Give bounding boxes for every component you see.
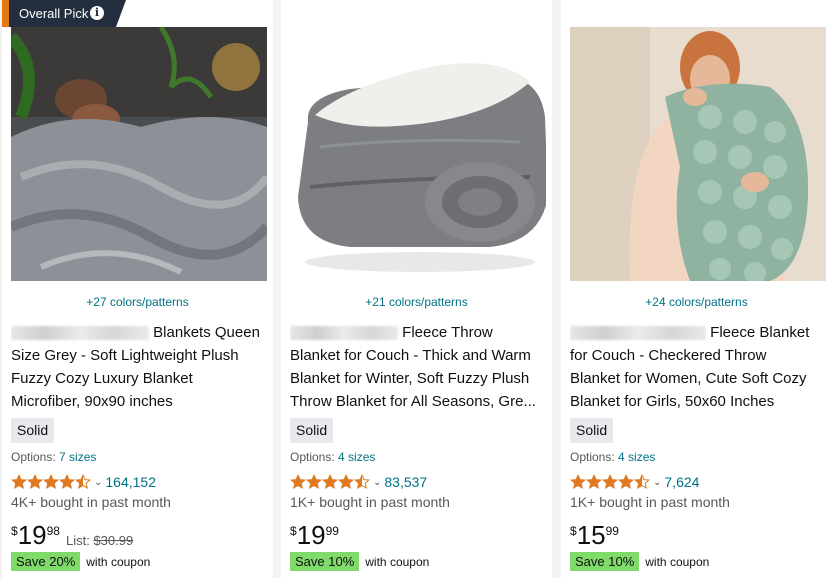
title-line: Size Grey - Soft Lightweight Plush xyxy=(11,347,239,364)
style-chip[interactable]: Solid xyxy=(290,418,334,443)
rating-row[interactable]: ⌄ 7,624 xyxy=(570,473,699,491)
price-symbol: $ xyxy=(570,524,577,538)
coupon-text: with coupon xyxy=(645,554,710,569)
product-title[interactable]: Fleece Blanket for Couch - Checkered Thr… xyxy=(570,321,828,413)
star-full-icon xyxy=(59,474,75,490)
star-half-icon xyxy=(75,474,91,490)
rating-count[interactable]: 7,624 xyxy=(664,474,699,490)
title-line: Throw Blanket for All Seasons, Gre... xyxy=(290,393,536,410)
star-full-icon xyxy=(570,474,586,490)
style-chip[interactable]: Solid xyxy=(11,418,55,443)
star-full-icon xyxy=(602,474,618,490)
star-rating-icon xyxy=(290,474,370,490)
price-whole: 19 xyxy=(17,520,47,550)
star-full-icon xyxy=(27,474,43,490)
price[interactable]: $ 19 99 xyxy=(290,520,339,550)
title-line: Blankets Queen xyxy=(153,324,260,341)
price[interactable]: $ 15 99 xyxy=(570,520,619,550)
options-row: Options: 4 sizes xyxy=(290,450,375,464)
chevron-down-icon[interactable]: ⌄ xyxy=(653,477,661,488)
save-badge: Save 10% xyxy=(570,552,640,571)
star-full-icon xyxy=(586,474,602,490)
list-label: List: xyxy=(65,533,90,548)
star-full-icon xyxy=(618,474,634,490)
list-price: List: $30.99 xyxy=(66,533,133,548)
bought-count: 4K+ bought in past month xyxy=(11,494,171,510)
badge-accent-strip xyxy=(2,0,9,27)
coupon-row: Save 10% with coupon xyxy=(290,552,429,571)
product-title[interactable]: Blankets Queen Size Grey - Soft Lightwei… xyxy=(11,321,269,413)
price[interactable]: $ 19 98 List: $30.99 xyxy=(11,520,133,550)
title-line: Blanket for Winter, Soft Fuzzy Plush xyxy=(290,370,530,387)
star-rating-icon xyxy=(570,474,650,490)
star-full-icon xyxy=(322,474,338,490)
price-symbol: $ xyxy=(11,524,18,538)
price-whole: 19 xyxy=(296,520,326,550)
product-card[interactable]: Overall Pick i +27 colors/patterns Blank… xyxy=(2,0,273,578)
star-full-icon xyxy=(338,474,354,490)
badge-label: Overall Pick xyxy=(19,6,89,21)
info-icon[interactable]: i xyxy=(90,6,104,20)
title-line: Fleece Throw xyxy=(402,324,493,341)
title-line: Microfiber, 90x90 inches xyxy=(11,393,173,410)
bought-count: 1K+ bought in past month xyxy=(570,494,730,510)
product-card[interactable]: +24 colors/patterns Fleece Blanket for C… xyxy=(561,0,831,578)
star-rating-icon xyxy=(11,474,91,490)
options-sizes-link[interactable]: 7 sizes xyxy=(59,450,96,464)
rating-row[interactable]: ⌄ 164,152 xyxy=(11,473,156,491)
product-image[interactable] xyxy=(570,27,826,281)
chevron-down-icon[interactable]: ⌄ xyxy=(373,477,381,488)
coupon-text: with coupon xyxy=(86,554,151,569)
title-line: Fuzzy Cozy Luxury Blanket xyxy=(11,370,193,387)
star-half-icon xyxy=(354,474,370,490)
chevron-down-icon[interactable]: ⌄ xyxy=(94,477,102,488)
options-sizes-link[interactable]: 4 sizes xyxy=(338,450,375,464)
coupon-text: with coupon xyxy=(365,554,430,569)
price-whole: 15 xyxy=(576,520,606,550)
options-label: Options: xyxy=(11,450,56,464)
options-row: Options: 7 sizes xyxy=(11,450,96,464)
options-label: Options: xyxy=(570,450,615,464)
product-image[interactable] xyxy=(290,27,546,281)
coupon-row: Save 20% with coupon xyxy=(11,552,150,571)
save-badge: Save 20% xyxy=(11,552,81,571)
style-chip[interactable]: Solid xyxy=(570,418,614,443)
redacted-brand xyxy=(290,326,398,341)
title-line: Blanket for Girls, 50x60 Inches xyxy=(570,393,775,410)
title-line: Fleece Blanket xyxy=(710,324,810,341)
options-row: Options: 4 sizes xyxy=(570,450,655,464)
rating-row[interactable]: ⌄ 83,537 xyxy=(290,473,427,491)
star-full-icon xyxy=(11,474,27,490)
coupon-row: Save 10% with coupon xyxy=(570,552,709,571)
rating-count[interactable]: 164,152 xyxy=(105,474,156,490)
price-fraction: 99 xyxy=(325,524,339,538)
price-fraction: 98 xyxy=(46,524,60,538)
overall-pick-badge: Overall Pick i xyxy=(2,0,126,27)
star-half-icon xyxy=(634,474,650,490)
options-label: Options: xyxy=(290,450,335,464)
title-line: Blanket for Women, Cute Soft Cozy xyxy=(570,370,807,387)
product-title[interactable]: Fleece Throw Blanket for Couch - Thick a… xyxy=(290,321,548,413)
save-badge: Save 10% xyxy=(290,552,360,571)
title-line: for Couch - Checkered Throw xyxy=(570,347,767,364)
redacted-brand xyxy=(570,326,706,341)
colors-patterns-link[interactable]: +21 colors/patterns xyxy=(281,295,552,309)
product-image[interactable] xyxy=(11,27,267,281)
product-card[interactable]: +21 colors/patterns Fleece Throw Blanket… xyxy=(281,0,552,578)
colors-patterns-link[interactable]: +27 colors/patterns xyxy=(2,295,273,309)
redacted-brand xyxy=(11,326,149,341)
colors-patterns-link[interactable]: +24 colors/patterns xyxy=(561,295,831,309)
star-full-icon xyxy=(306,474,322,490)
title-line: Blanket for Couch - Thick and Warm xyxy=(290,347,531,364)
rating-count[interactable]: 83,537 xyxy=(384,474,427,490)
list-price-value: $30.99 xyxy=(93,533,134,548)
star-full-icon xyxy=(43,474,59,490)
options-sizes-link[interactable]: 4 sizes xyxy=(618,450,655,464)
bought-count: 1K+ bought in past month xyxy=(290,494,450,510)
star-full-icon xyxy=(290,474,306,490)
price-fraction: 99 xyxy=(605,524,619,538)
price-symbol: $ xyxy=(290,524,297,538)
